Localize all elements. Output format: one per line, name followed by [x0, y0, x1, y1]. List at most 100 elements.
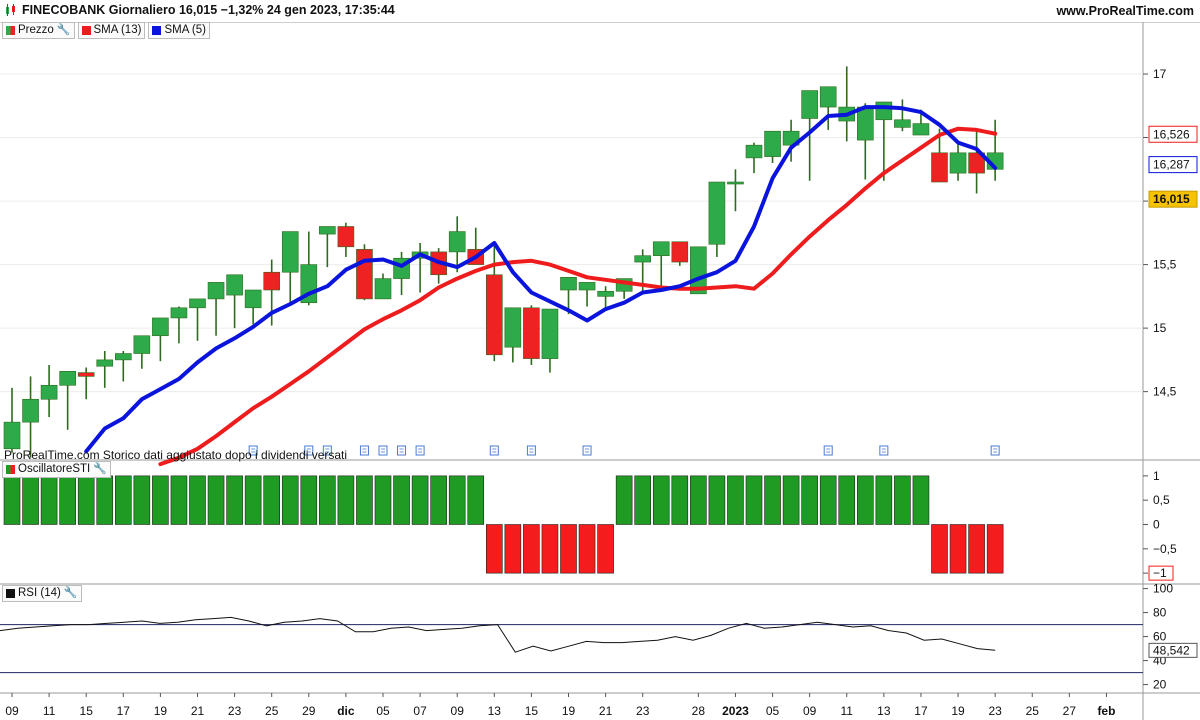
candle-body — [541, 308, 559, 359]
x-tick-label: 21 — [191, 704, 205, 718]
candle-body — [356, 249, 373, 300]
dividend-icon[interactable] — [489, 445, 499, 456]
rsi-label: RSI (14) — [18, 587, 61, 599]
candle-body — [263, 271, 281, 291]
osc-bar — [819, 475, 837, 525]
x-tick-label: 09 — [803, 704, 817, 718]
x-tick-label: 29 — [302, 704, 316, 718]
candle-body — [319, 226, 336, 235]
candle-body — [745, 144, 763, 159]
x-tick-label: 2023 — [722, 704, 749, 718]
osc-bar — [652, 475, 670, 525]
osc-bar — [875, 475, 893, 525]
dividend-icon[interactable] — [823, 445, 833, 456]
candle-body — [708, 181, 726, 245]
osc-bar — [615, 475, 633, 525]
candle-body — [244, 289, 262, 309]
osc-bar — [764, 475, 781, 525]
osc-bar — [485, 524, 503, 574]
osc-bar — [96, 475, 114, 525]
x-tick-label: dic — [337, 704, 355, 718]
osc-bar — [189, 475, 206, 525]
candle-body — [337, 226, 355, 248]
osc-bar — [40, 475, 58, 525]
osc-bar — [77, 475, 95, 525]
rsi-line — [0, 616, 996, 653]
candle-body — [448, 231, 466, 253]
candle-body — [485, 274, 503, 356]
dividend-icon[interactable] — [415, 445, 425, 456]
osc-bar — [560, 524, 577, 574]
dividend-icon[interactable] — [879, 445, 889, 456]
candle-body — [59, 371, 76, 386]
x-tick-label: 13 — [877, 704, 891, 718]
x-tick-label: 21 — [599, 704, 613, 718]
candle-body — [96, 359, 114, 367]
osc-bar — [170, 475, 188, 525]
x-tick-label: 11 — [841, 704, 854, 718]
osc-bar — [152, 475, 169, 525]
candle-body — [40, 384, 58, 400]
osc-bar — [782, 475, 800, 525]
osc-bar — [411, 475, 429, 525]
osc-bar — [281, 475, 299, 525]
x-tick-label: 17 — [914, 704, 928, 718]
candle-body — [931, 152, 948, 183]
osc-bar — [300, 475, 318, 525]
x-tick-label: 11 — [43, 704, 56, 718]
candle-body — [77, 372, 95, 377]
sma13-line — [158, 126, 998, 467]
x-tick-label: 28 — [692, 704, 706, 718]
osc-bar — [523, 524, 540, 574]
osc-bar — [838, 475, 856, 525]
x-tick-label: 15 — [525, 704, 539, 718]
last-sma13-label: 16,526 — [1153, 127, 1190, 141]
candle-body — [949, 152, 967, 174]
last-price-label: 16,015 — [1153, 192, 1190, 206]
x-tick-label: 05 — [766, 704, 780, 718]
osc-bar — [319, 475, 336, 525]
candle-body — [764, 130, 781, 157]
candle-body — [207, 282, 225, 300]
wrench-icon[interactable]: 🔧 — [93, 462, 107, 477]
osc-bar — [856, 475, 874, 525]
candle-body — [671, 241, 689, 263]
candle-body — [597, 290, 614, 297]
osc-tick-label: 0,5 — [1153, 493, 1170, 507]
candle-body — [912, 123, 930, 136]
osc-legend[interactable]: OscillatoreSTI 🔧 — [2, 461, 111, 478]
osc-bar — [541, 524, 559, 574]
candle-body — [560, 277, 577, 291]
rsi-legend[interactable]: RSI (14) 🔧 — [2, 585, 82, 602]
osc-bar — [3, 475, 21, 525]
rsi-swatch — [6, 589, 15, 598]
dividend-icon[interactable] — [378, 445, 388, 456]
osc-bar — [894, 475, 911, 525]
candle-body — [115, 353, 132, 361]
x-tick-label: 13 — [488, 704, 502, 718]
osc-bar — [244, 475, 262, 525]
y-tick-label: 15,5 — [1153, 258, 1177, 272]
osc-bar — [912, 475, 930, 525]
dividend-icon[interactable] — [526, 445, 536, 456]
disclaimer-text: ProRealTime.com Storico dati aggiustato … — [4, 448, 348, 462]
dividend-icon[interactable] — [359, 445, 369, 456]
osc-bar — [467, 475, 485, 525]
dividend-icon[interactable] — [397, 445, 407, 456]
y-tick-label: 15 — [1153, 321, 1167, 335]
osc-bar — [949, 524, 967, 574]
osc-bar — [263, 475, 281, 525]
osc-bar — [133, 475, 151, 525]
rsi-tick-label: 20 — [1153, 678, 1167, 692]
candle-body — [170, 307, 188, 319]
rsi-last-label: 48,542 — [1153, 643, 1190, 657]
wrench-icon[interactable]: 🔧 — [64, 586, 78, 601]
x-tick-label: 19 — [951, 704, 965, 718]
osc-bar — [708, 475, 726, 525]
dividend-icon[interactable] — [582, 445, 592, 456]
candle-body — [875, 101, 893, 121]
osc-bar — [931, 524, 948, 574]
x-tick-label: 23 — [988, 704, 1002, 718]
dividend-icon[interactable] — [990, 445, 1000, 456]
candle-body — [801, 90, 818, 119]
